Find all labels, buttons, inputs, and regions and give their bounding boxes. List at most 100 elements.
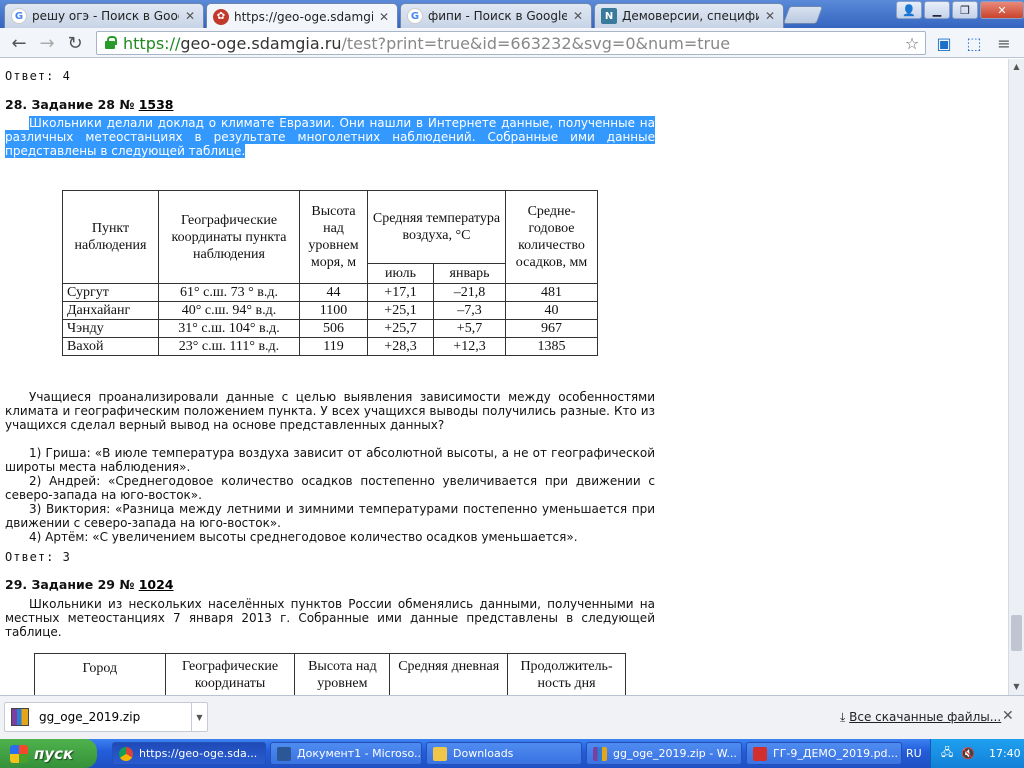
forward-button[interactable]: → [36, 32, 58, 54]
close-icon[interactable]: ✕ [1002, 708, 1014, 724]
task-word[interactable]: Документ1 - Microso... [270, 742, 422, 765]
start-button[interactable]: пуск [0, 739, 97, 768]
user-icon[interactable]: 👤 [896, 1, 922, 19]
cell-name: Данхайанг [62, 301, 159, 320]
winrar-icon [11, 708, 29, 726]
cell-january: –7,3 [433, 301, 506, 320]
cell-coords: 40° с.ш. 94° в.д. [158, 301, 300, 320]
scroll-up-icon[interactable]: ▲ [1009, 59, 1024, 74]
q28-question: Учащиеся проанализировали данные с целью… [5, 390, 655, 432]
close-icon[interactable]: ✕ [763, 9, 777, 23]
cell-name: Сургут [62, 283, 159, 302]
th-july: июль [367, 263, 434, 284]
q28-intro: Школьники делали доклад о климате Еврази… [5, 116, 655, 158]
climate-table: Пункт наблюдения Географические координа… [62, 190, 598, 356]
cell-july: +17,1 [367, 283, 434, 302]
weather-table: Город Географические координаты Высота н… [34, 653, 626, 695]
cell-height: 119 [299, 337, 368, 356]
chevron-down-icon[interactable]: ▼ [191, 703, 207, 731]
q28-answer: Ответ: 3 [5, 550, 71, 564]
download-bar: gg_oge_2019.zip ▼ ⤓ Все скачанные файлы.… [0, 695, 1024, 739]
scroll-down-icon[interactable]: ▼ [1009, 679, 1024, 694]
scroll-thumb[interactable] [1011, 615, 1022, 651]
url-host: geo-oge.sdamgia.ru [180, 33, 342, 53]
task-label: https://geo-oge.sda... [139, 747, 258, 760]
task-winrar[interactable]: gg_oge_2019.zip - W... [586, 742, 742, 765]
window-close-button[interactable]: ✕ [980, 1, 1024, 19]
close-icon[interactable]: ✕ [377, 10, 391, 24]
screenshot-icon[interactable]: ▣ [934, 33, 954, 53]
option-4: 4) Артём: «С увеличением высоты среднего… [29, 530, 578, 544]
download-filename: gg_oge_2019.zip [39, 710, 141, 724]
address-bar[interactable]: https://geo-oge.sdamgia.ru/test?print=tr… [96, 31, 926, 55]
tab-title: https://geo-oge.sdamgia.ru/ [234, 9, 373, 24]
network-icon[interactable]: 🖧 [941, 744, 953, 763]
th-precip: Средне-годовое количество осадков, мм [505, 190, 598, 284]
all-downloads-link[interactable]: ⤓ Все скачанные файлы... [840, 710, 1001, 725]
lock-icon [103, 36, 117, 50]
cell-height: 44 [299, 283, 368, 302]
q28-heading: 28. Задание 28 № 1538 [5, 97, 655, 112]
word-icon [277, 746, 291, 761]
th-height: Высота над уровнем [294, 653, 391, 695]
clock[interactable]: 17:40 [989, 747, 1021, 760]
fipi-icon: N [601, 8, 617, 24]
folder-icon [433, 746, 447, 761]
option-1: 1) Гриша: «В июле температура воздуха за… [5, 446, 655, 474]
close-icon[interactable]: ✕ [571, 9, 585, 23]
q28-link[interactable]: 1538 [139, 97, 174, 112]
cell-name: Чэнду [62, 319, 159, 338]
q28-intro-text: Школьники делали доклад о климате Еврази… [5, 116, 655, 158]
windows-logo-icon [10, 744, 28, 763]
th-coords: Географические координаты [164, 653, 296, 695]
tab-demoversii[interactable]: N Демоверсии, спецификаци ✕ [594, 3, 784, 28]
minimize-button[interactable]: ▁ [924, 1, 950, 19]
task-downloads[interactable]: Downloads [426, 742, 582, 765]
tab-google-search[interactable]: G решу огэ - Поиск в Google ✕ [4, 3, 204, 28]
q29-link[interactable]: 1024 [139, 577, 174, 592]
start-label: пуск [34, 744, 74, 763]
cell-precip: 40 [505, 301, 598, 320]
cell-july: +25,1 [367, 301, 434, 320]
th-january: январь [433, 263, 506, 284]
new-tab-button[interactable] [782, 6, 824, 24]
th-daylength: Продолжитель-ность дня [507, 653, 626, 695]
cell-precip: 481 [505, 283, 598, 302]
cell-coords: 31° с.ш. 104° в.д. [158, 319, 300, 338]
tab-fipi-search[interactable]: G фипи - Поиск в Google ✕ [400, 3, 592, 28]
winrar-icon [593, 746, 607, 761]
back-button[interactable]: ← [8, 32, 30, 54]
q28-heading-text: 28. Задание 28 № [5, 97, 135, 112]
cell-january: –21,8 [433, 283, 506, 302]
task-label: Документ1 - Microso... [297, 747, 422, 760]
reload-button[interactable]: ↻ [64, 32, 86, 54]
tab-strip: G решу огэ - Поиск в Google ✕ ✿ https://… [0, 0, 1024, 29]
restore-button[interactable]: ❐ [952, 1, 978, 19]
vertical-scrollbar[interactable]: ▲ ▼ [1008, 59, 1024, 695]
task-label: Downloads [453, 747, 514, 760]
cell-name: Вахой [62, 337, 159, 356]
q29-heading: 29. Задание 29 № 1024 [5, 577, 655, 592]
download-item[interactable]: gg_oge_2019.zip ▼ [4, 702, 208, 732]
bookmark-star-icon[interactable]: ☆ [902, 33, 922, 53]
tab-title: Демоверсии, спецификаци [622, 9, 759, 23]
prev-answer: Ответ: 4 [5, 69, 71, 83]
close-icon[interactable]: ✕ [183, 9, 197, 23]
language-indicator[interactable]: RU [906, 747, 922, 760]
cell-july: +28,3 [367, 337, 434, 356]
volume-icon[interactable]: 🔇 [961, 747, 975, 760]
page-content: Ответ: 4 28. Задание 28 № 1538 Школьники… [0, 59, 1008, 695]
task-pdf[interactable]: ГГ-9_ДЕМО_2019.pd... [746, 742, 902, 765]
download-icon: ⤓ [840, 710, 846, 724]
table-row: Чэнду 31° с.ш. 104° в.д. 506 +25,7 +5,7 … [62, 319, 598, 338]
cell-coords: 61° с.ш. 73 ° в.д. [158, 283, 300, 302]
tab-sdamgia[interactable]: ✿ https://geo-oge.sdamgia.ru/ ✕ [206, 3, 398, 29]
pdf-icon [753, 746, 767, 761]
system-tray: 🖧 🔇 17:40 [930, 739, 1024, 768]
browser-toolbar: ← → ↻ https://geo-oge.sdamgia.ru/test?pr… [0, 28, 1024, 58]
th-temp: Средняя дневная [389, 653, 509, 695]
menu-icon[interactable]: ≡ [994, 33, 1014, 53]
extension-icon[interactable]: ⬚ [964, 33, 984, 53]
table-row: Данхайанг 40° с.ш. 94° в.д. 1100 +25,1 –… [62, 301, 598, 320]
task-chrome[interactable]: https://geo-oge.sda... [112, 742, 266, 765]
